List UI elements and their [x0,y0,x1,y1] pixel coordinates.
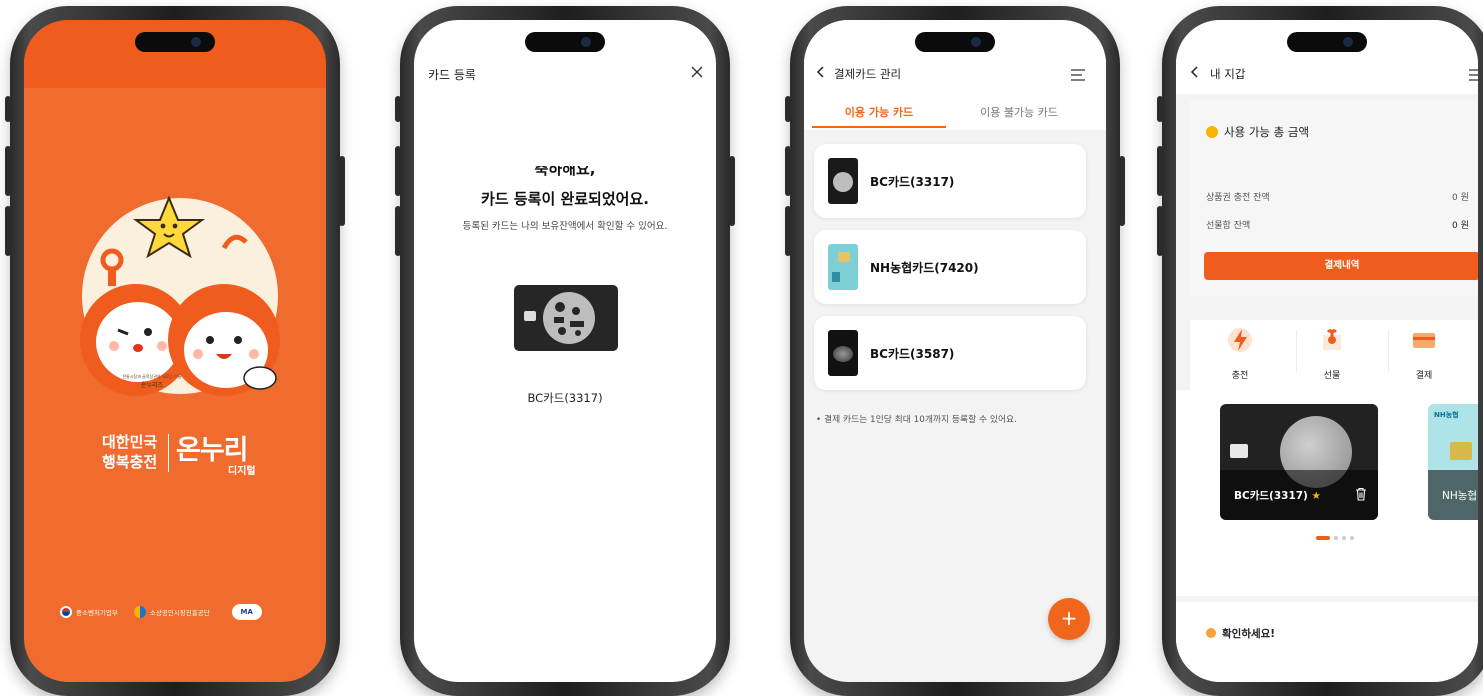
charge-balance-value: 0 원 [1452,193,1469,203]
tab-available-cards[interactable]: 이용 가능 카드 [812,104,946,120]
logo-text: 대한민국 행복충전 [102,432,157,472]
card-register-screen: 카드 등록 축하해요, 카드 등록이 완료되었어요. 등록된 카드는 나의 보유… [414,20,716,682]
active-tab-indicator [812,126,946,128]
card-name: NH농협카드(7420) [870,261,979,275]
phone-splash: 전통시장과 골목상권의 새로운 이름 온누리즈 대한민국 행복충전 온누리 디지… [5,6,345,696]
logo-divider [168,434,169,472]
balance-label: 사용 가능 총 금액 [1224,125,1310,139]
logo-brand-sub: 디지털 [228,466,256,477]
coin-icon [1206,126,1218,138]
trash-icon[interactable] [1354,486,1368,501]
wallet-card-name: BC카드(3317) ★ [1234,490,1321,502]
chip-icon [1230,444,1248,458]
charge-balance-label: 상품권 충전 잔액 [1206,193,1270,203]
logo-line1: 대한민국 [102,433,158,451]
wallet-screen: 내 지갑 사용 가능 총 금액 상품권 충전 잔액 0 원 선물함 잔액 0 원… [1176,20,1478,682]
semas-icon [133,606,146,618]
card-name: BC카드(3587) [870,347,955,361]
page-title: 내 지갑 [1210,67,1246,81]
payment-history-button[interactable]: 결제내역 [1204,252,1478,280]
card-thumbnail [828,330,858,376]
charge-button[interactable]: 충전 [1218,326,1262,381]
gift-balance-label: 선물함 잔액 [1206,221,1251,231]
registered-card-image [514,285,618,351]
card-icon [1413,333,1435,348]
nh-logo: NH농협 [1434,411,1459,419]
heading-congrats: 축하해요, [534,166,596,178]
org-logos: 중소벤처기업부 소상공인시장진흥공단 MA [60,604,262,620]
chip-icon [1450,442,1472,460]
taeguk-icon [60,606,72,618]
mascot-illustration [80,195,280,396]
card-thumbnail [828,244,858,290]
notice-title: 확인하세요! [1222,628,1276,640]
menu-icon[interactable] [1070,66,1086,81]
card-name: BC카드(3317) [870,175,955,189]
action-row: 충전 선물 결제 [1190,320,1478,390]
balance-panel: 사용 가능 총 금액 상품권 충전 잔액 0 원 선물함 잔액 0 원 결제내역 [1190,100,1478,296]
carousel-pagination [1316,536,1354,540]
star-icon: ★ [1311,490,1321,502]
card-list-item[interactable]: BC카드(3317) [814,144,1086,218]
gift-button[interactable]: 선물 [1310,326,1354,381]
org-ministry: 중소벤처기업부 [76,609,118,617]
phone-card-manage: 결제카드 관리 이용 가능 카드 이용 불가능 카드 BC카드(3317) NH… [785,6,1125,696]
wallet-card-second[interactable]: NH농협 NH농협 [1428,404,1478,520]
card-thumbnail [828,158,858,204]
lightning-icon [1228,328,1252,352]
heading-complete: 카드 등록이 완료되었어요. [481,190,649,208]
card-name: BC카드(3317) [527,391,603,405]
add-card-button[interactable]: + [1048,598,1090,640]
phone-card-register: 카드 등록 축하해요, 카드 등록이 완료되었어요. 등록된 카드는 나의 보유… [395,6,735,696]
wallet-card-name-second: NH농협 [1442,490,1478,502]
chip-icon [524,311,536,321]
close-icon[interactable] [690,64,704,78]
mascot-caption-small: 전통시장과 골목상권의 새로운 이름 [122,374,182,379]
splash-screen: 전통시장과 골목상권의 새로운 이름 온누리즈 대한민국 행복충전 온누리 디지… [24,20,326,682]
page-title: 결제카드 관리 [834,67,902,81]
card-list-item[interactable]: BC카드(3587) [814,316,1086,390]
info-icon [1206,628,1216,638]
status-bar-area [24,20,326,88]
page-title: 카드 등록 [428,68,476,82]
menu-icon[interactable] [1468,66,1478,81]
ma-badge-icon: MA [231,604,262,620]
gift-balance-value: 0 원 [1452,221,1469,231]
mascot-caption-name: 온누리즈 [140,382,164,389]
card-manage-screen: 결제카드 관리 이용 가능 카드 이용 불가능 카드 BC카드(3317) NH… [804,20,1106,682]
back-icon[interactable] [1188,64,1202,78]
pay-button[interactable]: 결제 [1402,326,1446,381]
gift-icon [1323,329,1341,350]
wallet-card-main[interactable]: BC카드(3317) ★ [1220,404,1378,520]
phone-wallet: 내 지갑 사용 가능 총 금액 상품권 충전 잔액 0 원 선물함 잔액 0 원… [1157,6,1483,696]
logo-line2: 행복충전 [102,453,158,471]
back-icon[interactable] [814,64,828,78]
tab-unavailable-cards[interactable]: 이용 불가능 카드 [952,104,1086,120]
registration-notice: • 결제 카드는 1인당 최대 10개까지 등록할 수 있어요. [816,415,1017,425]
card-pattern-icon [543,292,595,344]
org-semas: 소상공인시장진흥공단 [149,609,210,617]
card-list-item[interactable]: NH농협카드(7420) [814,230,1086,304]
description: 등록된 카드는 나의 보유잔액에서 확인할 수 있어요. [462,221,668,232]
